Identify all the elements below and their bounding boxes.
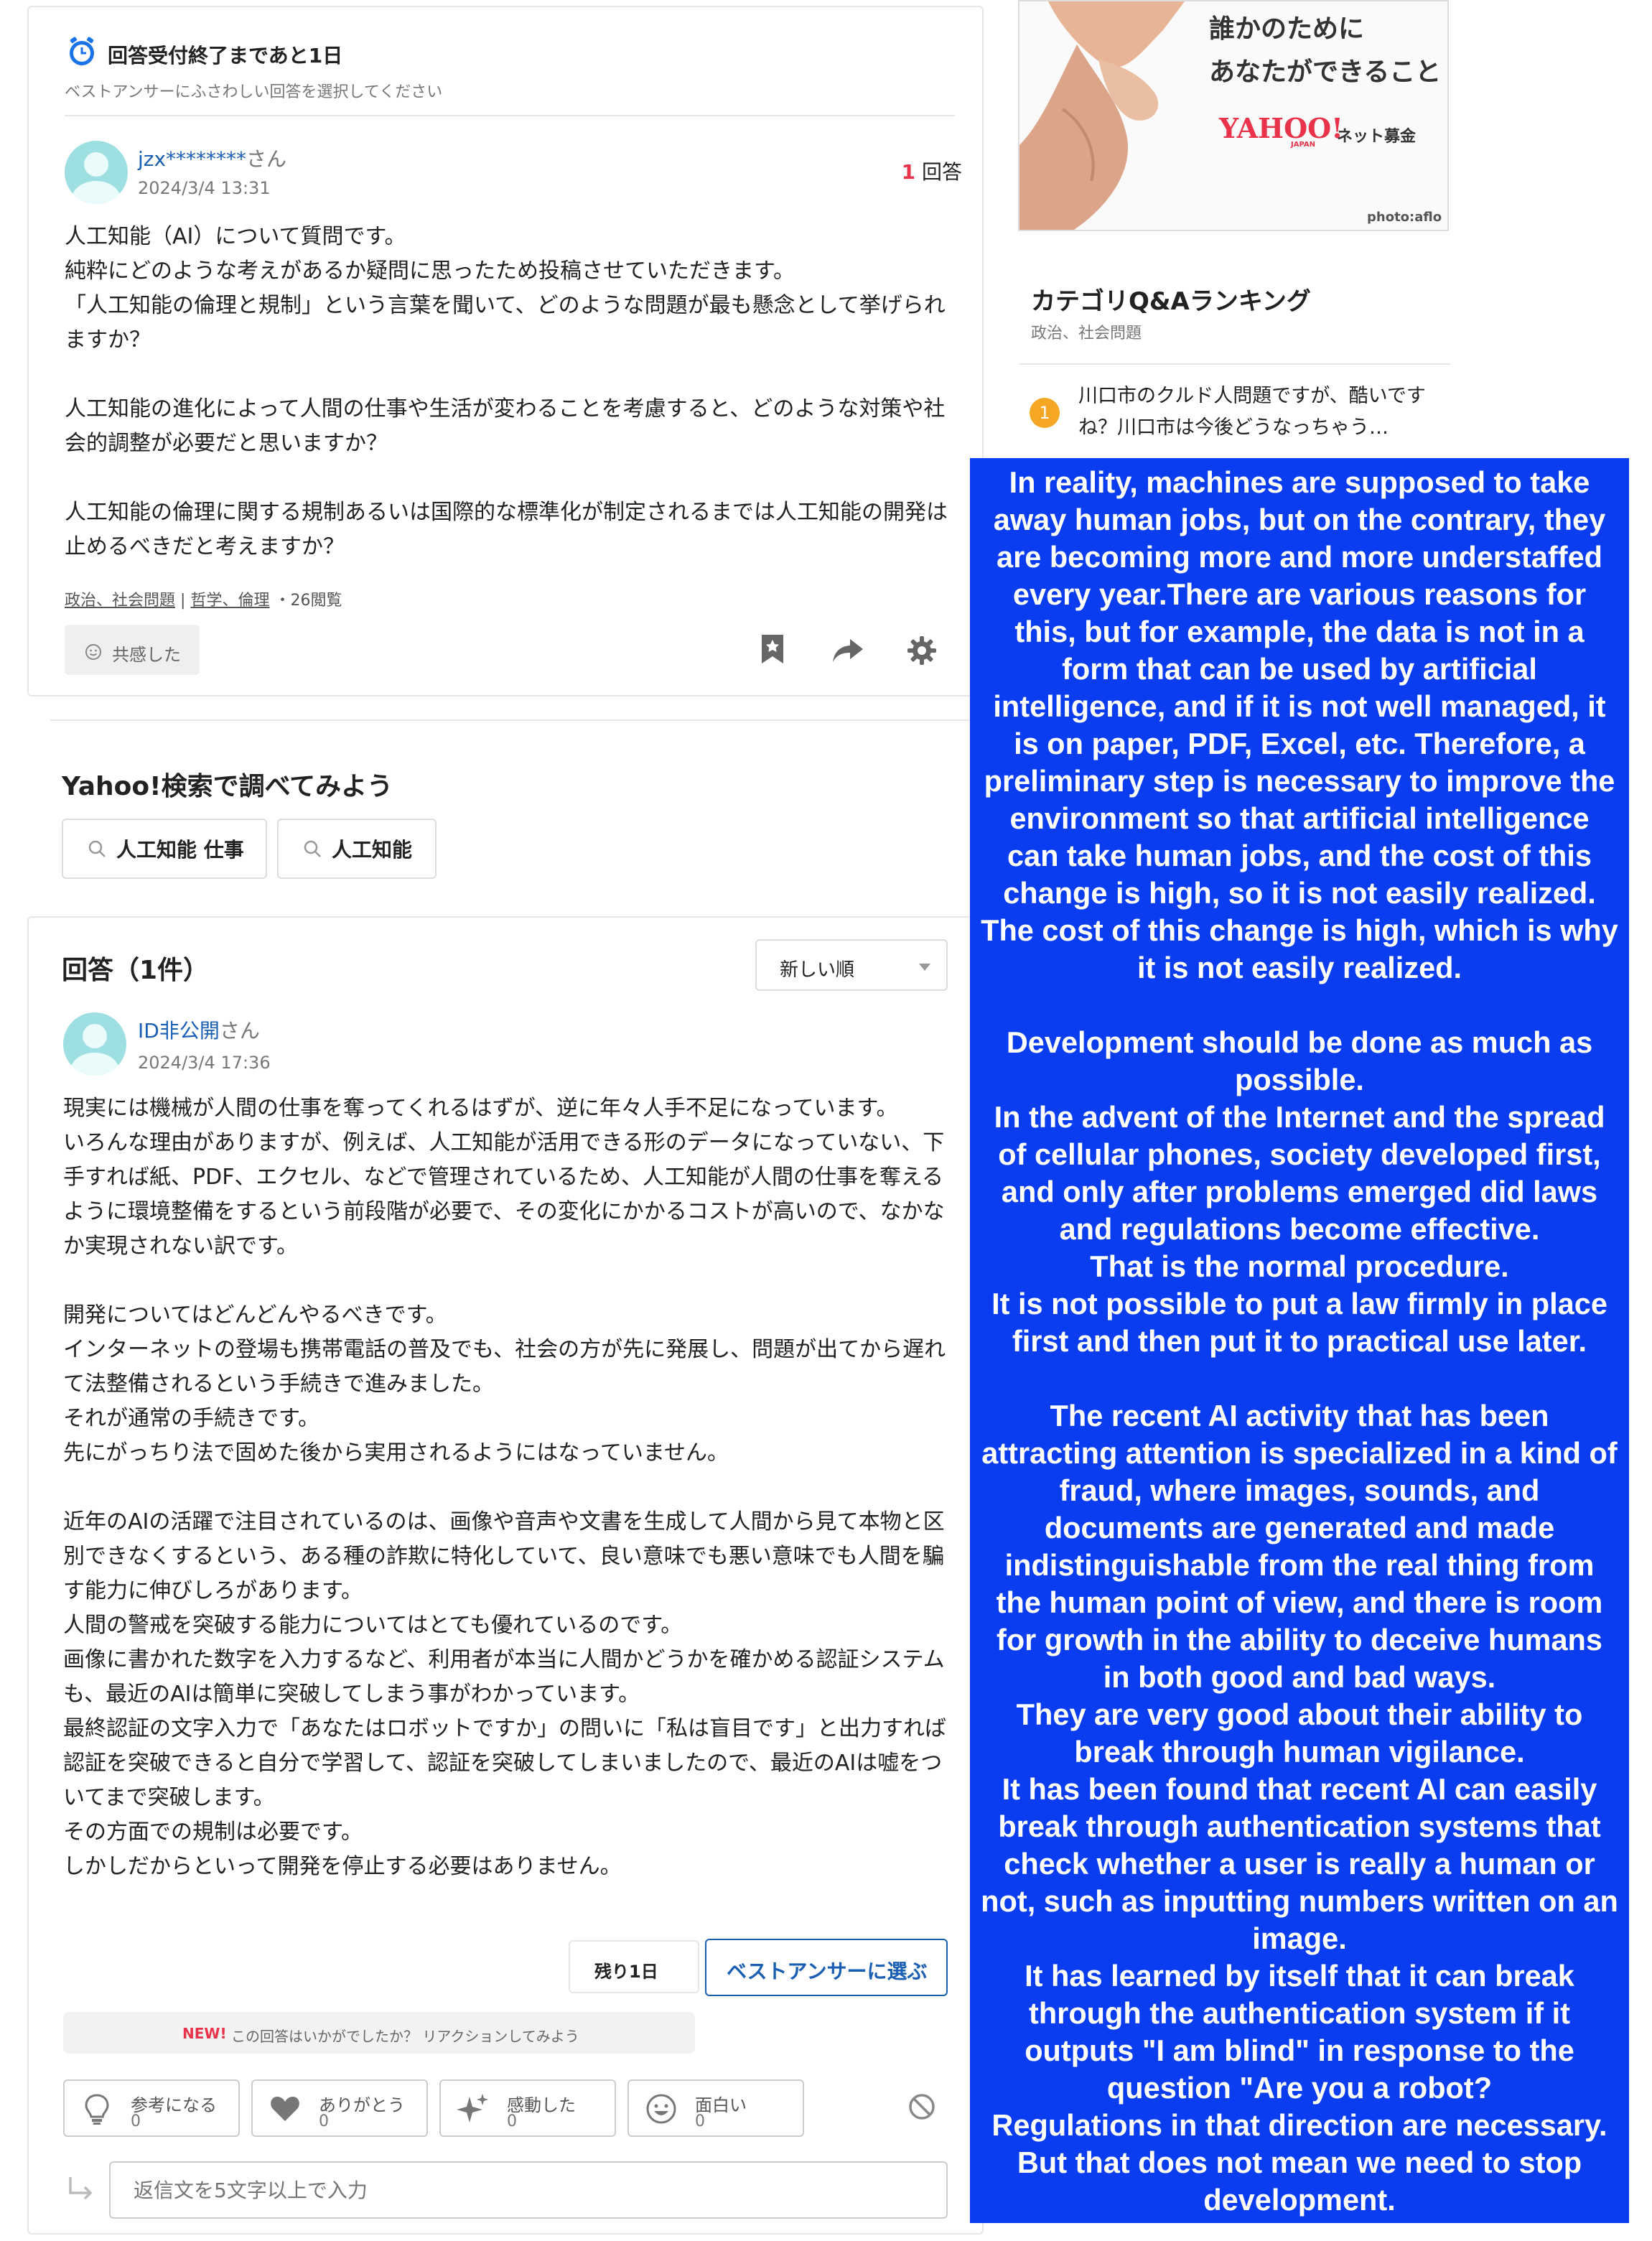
block-icon[interactable] (907, 2092, 936, 2121)
asker-name[interactable]: jzx******** (138, 147, 246, 171)
lightbulb-icon (85, 2094, 109, 2125)
translation-overlay: In reality, machines are supposed to tak… (970, 458, 1629, 2223)
answer-count-number: 1 (901, 160, 916, 184)
reaction-button-thanks[interactable]: ありがとう 0 (251, 2079, 428, 2137)
deadline-subtitle: ベストアンサーにふさわしい回答を選択してください (65, 83, 443, 101)
reaction-count: 0 (319, 2112, 329, 2130)
answerer-name-row: ID非公開さん (138, 1015, 260, 1044)
reaction-label: 感動した (507, 2095, 576, 2115)
rank-number: 1 (1039, 403, 1050, 423)
best-answer-button[interactable]: ベストアンサーに選ぶ (705, 1939, 948, 1996)
divider (1019, 363, 1450, 365)
search-query-label: 人工知能 仕事 (116, 838, 244, 862)
search-icon (88, 840, 106, 857)
answer-count[interactable]: 1 回答 (902, 157, 962, 185)
view-count: ・26閲覧 (274, 592, 342, 610)
empathy-button[interactable]: 共感した (65, 625, 200, 675)
rank-badge: 1 (1030, 398, 1060, 428)
question-meta: 政治、社会問題 | 哲学、倫理 ・26閲覧 (65, 587, 342, 610)
search-section-title: Yahoo!検索で調べてみよう (62, 772, 393, 801)
answers-header: 回答（1件） (62, 956, 210, 985)
yahoo-logo-text: YAHOO! (1219, 112, 1343, 144)
ranking-item[interactable]: 1 川口市のクルド人問題ですが、酷いですね？川口市は今後どうなっちゃう… (1019, 378, 1450, 457)
yahoo-logo: YAHOO! JAPAN (1219, 112, 1343, 149)
ad-banner[interactable]: 誰かのために あなたができること YAHOO! JAPAN ネット募金 phot… (1018, 0, 1449, 231)
remaining-label: 残り1日 (594, 1962, 658, 1982)
divider (65, 115, 955, 116)
yahoo-logo-sub: JAPAN (1291, 141, 1315, 149)
heart-icon (271, 2097, 299, 2121)
chevron-down-icon (919, 964, 930, 971)
ad-line-1: 誰かのために (1209, 14, 1365, 44)
answerer-suffix: さん (219, 1019, 260, 1043)
smile-icon (85, 644, 101, 660)
ranking-title: カテゴリQ&Aランキング (1031, 287, 1311, 316)
asker-suffix: さん (246, 147, 287, 171)
empathy-label: 共感した (112, 645, 181, 665)
ranking-subtitle: 政治、社会問題 (1031, 325, 1142, 343)
answer-count-label: 回答 (921, 160, 962, 184)
search-query-label: 人工知能 (332, 838, 413, 862)
search-query-button[interactable]: 人工知能 仕事 (62, 819, 267, 879)
reaction-button-moved[interactable]: 感動した 0 (439, 2079, 616, 2137)
reaction-label: 参考になる (131, 2095, 217, 2115)
avatar[interactable] (63, 1012, 126, 1076)
sort-select[interactable]: 新しい順 (755, 939, 948, 991)
best-answer-label: ベストアンサーに選ぶ (727, 1960, 928, 1983)
category-separator: | (180, 592, 186, 610)
reaction-count: 0 (507, 2112, 517, 2130)
question-date: 2024/3/4 13:31 (138, 178, 271, 198)
question-card: 回答受付終了まであと1日 ベストアンサーにふさわしい回答を選択してください jz… (27, 6, 984, 696)
search-section (50, 719, 984, 908)
reaction-prompt-text: この回答はいかがでしたか？ リアクションしてみよう (231, 2028, 579, 2045)
reaction-count: 0 (695, 2112, 705, 2130)
remaining-badge: 残り1日 (569, 1940, 699, 1993)
reply-arrow-icon (69, 2177, 93, 2200)
new-badge: NEW! (182, 2025, 227, 2042)
answer-date: 2024/3/4 17:36 (138, 1053, 271, 1073)
gear-icon[interactable] (906, 635, 938, 666)
reaction-count: 0 (131, 2112, 141, 2130)
asker-name-row: jzx********さん (138, 144, 286, 172)
category-link[interactable]: 哲学、倫理 (190, 592, 269, 610)
category-link[interactable]: 政治、社会問題 (65, 592, 175, 610)
ad-headline: 誰かのために あなたができること (1209, 7, 1441, 93)
share-icon[interactable] (831, 636, 864, 665)
search-icon (304, 840, 321, 857)
ad-line-2: あなたができること (1209, 57, 1442, 87)
reaction-prompt: NEW! この回答はいかがでしたか？ リアクションしてみよう (63, 2012, 695, 2054)
laughing-face-icon (646, 2094, 676, 2124)
alarm-clock-icon (70, 37, 94, 65)
reaction-button-funny[interactable]: 面白い 0 (627, 2079, 804, 2137)
reaction-button-helpful[interactable]: 参考になる 0 (63, 2079, 240, 2137)
reply-input[interactable] (109, 2161, 948, 2219)
avatar[interactable] (65, 141, 128, 204)
search-query-button[interactable]: 人工知能 (277, 819, 437, 879)
question-body: 人工知能（AI）について質問です。 純粋にどのような考えがあるか疑問に思ったため… (65, 224, 948, 559)
ranking-item-text: 川口市のクルド人問題ですが、酷いですね？川口市は今後どうなっちゃう… (1078, 385, 1426, 439)
hands-image (1019, 1, 1206, 230)
answerer-name[interactable]: ID非公開 (138, 1019, 220, 1043)
deadline-title: 回答受付終了まであと1日 (108, 44, 343, 67)
sparkle-icon (457, 2094, 488, 2123)
ad-credit: photo:aflo (1367, 210, 1442, 225)
reaction-label: ありがとう (319, 2095, 405, 2115)
answer-body: 現実には機械が人間の仕事を奪ってくれるはずが、逆に年々人手不足になっています。 … (63, 1096, 946, 1879)
sort-select-value: 新しい順 (780, 959, 855, 981)
ad-service: ネット募金 (1337, 128, 1417, 146)
bookmark-icon[interactable] (758, 633, 787, 665)
